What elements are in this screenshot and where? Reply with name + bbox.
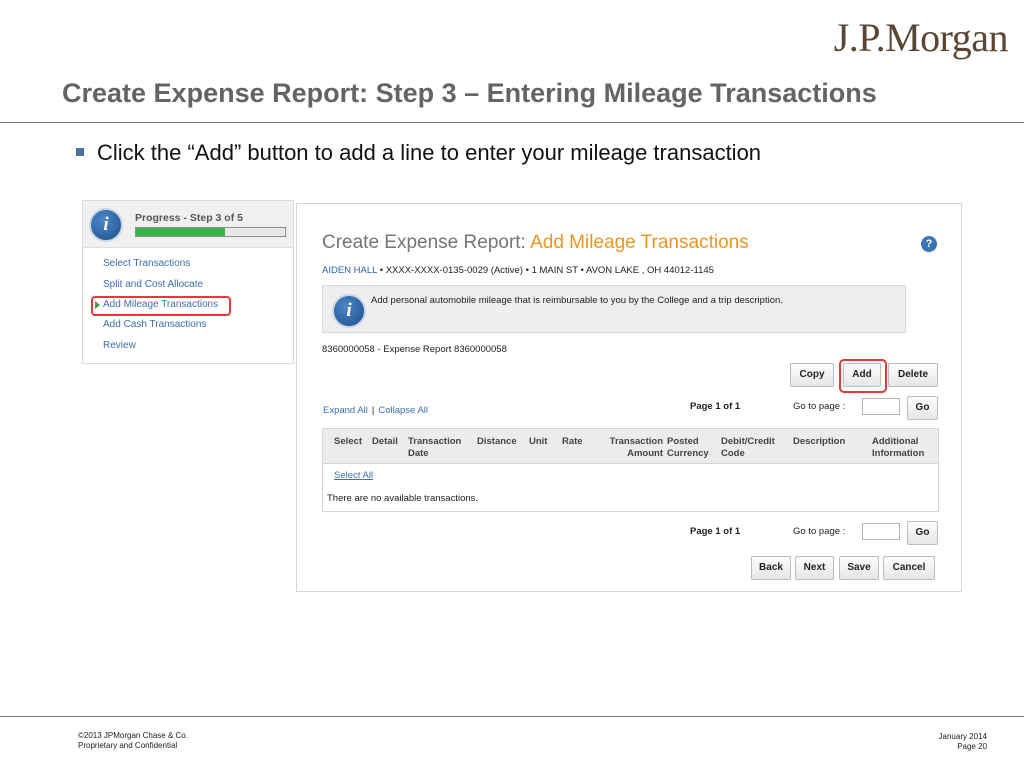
expand-all-link[interactable]: Expand All <box>323 405 368 416</box>
info-icon: i <box>332 294 366 328</box>
delete-button[interactable]: Delete <box>888 363 938 387</box>
title-divider <box>0 122 1024 123</box>
go-button-bottom[interactable]: Go <box>907 521 938 545</box>
info-message-box: i Add personal automobile mileage that i… <box>322 285 906 333</box>
report-identifier: 8360000058 - Expense Report 8360000058 <box>322 344 507 355</box>
copy-button[interactable]: Copy <box>790 363 834 387</box>
user-details: • XXXX-XXXX-0135-0029 (Active) • 1 MAIN … <box>379 265 714 276</box>
expense-report-panel: Create Expense Report: Add Mileage Trans… <box>296 203 962 592</box>
next-button[interactable]: Next <box>795 556 834 580</box>
column-transaction-amount: Transaction Amount <box>609 436 663 459</box>
column-unit: Unit <box>529 436 548 447</box>
add-button-highlight <box>839 359 887 393</box>
goto-label-bottom: Go to page : <box>793 526 846 537</box>
page-heading-prefix: Create Expense Report: <box>322 232 526 253</box>
column-rate: Rate <box>562 436 583 447</box>
instruction-text: Click the “Add” button to add a line to … <box>97 140 762 165</box>
collapse-all-link[interactable]: Collapse All <box>378 405 428 416</box>
column-select: Select <box>334 436 362 447</box>
page-heading-accent: Add Mileage Transactions <box>530 232 749 253</box>
footer-page-number: Page 20 <box>957 742 987 751</box>
empty-table-message: There are no available transactions. <box>327 493 479 504</box>
step-split-cost-allocate[interactable]: Split and Cost Allocate <box>103 279 203 290</box>
step-add-cash-transactions[interactable]: Add Cash Transactions <box>103 319 206 330</box>
link-separator: | <box>371 405 375 416</box>
progress-bar <box>135 227 286 237</box>
back-button[interactable]: Back <box>751 556 791 580</box>
column-transaction-date: Transaction Date <box>408 436 462 459</box>
cancel-button[interactable]: Cancel <box>883 556 935 580</box>
current-step-arrow-icon <box>95 301 100 309</box>
page-indicator-top: Page 1 of 1 <box>690 401 741 412</box>
goto-label-top: Go to page : <box>793 401 846 412</box>
save-button[interactable]: Save <box>839 556 879 580</box>
page-heading: Create Expense Report: Add Mileage Trans… <box>322 232 749 254</box>
progress-panel: i Progress - Step 3 of 5 Select Transact… <box>82 200 294 364</box>
column-description: Description <box>793 436 846 447</box>
footer-divider <box>0 716 1024 717</box>
step-review[interactable]: Review <box>103 340 136 351</box>
footer-date: January 2014 <box>938 732 987 741</box>
column-additional-information: Additional Information <box>872 436 925 459</box>
page-indicator-bottom: Page 1 of 1 <box>690 526 741 537</box>
column-posted-currency: Posted Currency <box>667 436 709 459</box>
goto-page-input-bottom[interactable] <box>862 523 900 540</box>
column-debit-credit-code: Debit/Credit Code <box>721 436 775 459</box>
goto-page-input-top[interactable] <box>862 398 900 415</box>
step-add-mileage-transactions[interactable]: Add Mileage Transactions <box>103 299 218 310</box>
bullet-square-icon <box>76 148 84 156</box>
info-message-text: Add personal automobile mileage that is … <box>371 295 783 306</box>
footer-copyright: ©2013 JPMorgan Chase & Co. <box>78 731 188 740</box>
step-select-transactions[interactable]: Select Transactions <box>103 258 190 269</box>
select-all-link[interactable]: Select All <box>334 470 373 481</box>
info-icon: i <box>89 208 123 242</box>
footer-left: ©2013 JPMorgan Chase & Co. Proprietary a… <box>78 731 188 751</box>
slide-title: Create Expense Report: Step 3 – Entering… <box>62 78 877 108</box>
footer-confidential: Proprietary and Confidential <box>78 741 178 750</box>
help-icon[interactable]: ? <box>921 236 937 252</box>
column-detail: Detail <box>372 436 398 447</box>
user-info-line: AIDEN HALL • XXXX-XXXX-0135-0029 (Active… <box>322 265 714 276</box>
instruction-bullet: Click the “Add” button to add a line to … <box>76 140 761 166</box>
footer-right: January 2014 Page 20 <box>939 732 987 752</box>
user-name-link[interactable]: AIDEN HALL <box>322 265 377 276</box>
table-header: Select Detail Transaction Date Distance … <box>323 429 938 464</box>
go-button-top[interactable]: Go <box>907 396 938 420</box>
progress-bar-fill <box>136 228 226 236</box>
progress-label: Progress - Step 3 of 5 <box>135 212 243 224</box>
expand-collapse-links: Expand All | Collapse All <box>323 405 428 416</box>
jpmorgan-logo: J.P.Morgan <box>833 15 1009 60</box>
column-distance: Distance <box>477 436 517 447</box>
mileage-transactions-table: Select Detail Transaction Date Distance … <box>322 428 939 512</box>
progress-header: i Progress - Step 3 of 5 <box>83 201 293 248</box>
